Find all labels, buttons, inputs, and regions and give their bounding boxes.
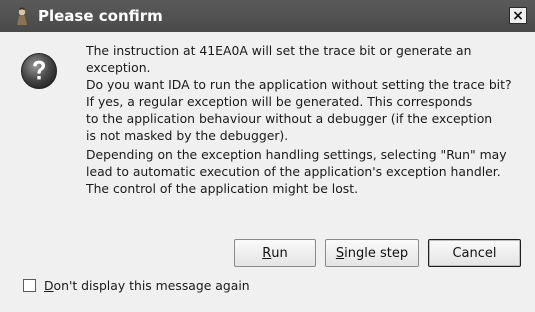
message-line: is not masked by the debugger). xyxy=(86,128,289,143)
dont-display-again-checkbox[interactable] xyxy=(23,279,36,292)
checkbox-label-rest: on't display this message again xyxy=(53,278,250,293)
ida-app-icon xyxy=(17,7,27,25)
run-label-rest: un xyxy=(271,245,288,261)
message-line: to the application behaviour without a d… xyxy=(86,111,493,126)
close-icon: × xyxy=(512,7,524,24)
question-icon xyxy=(21,53,57,89)
confirm-dialog: Please confirm × The instruction at 41EA… xyxy=(0,0,535,312)
single-step-label-rest: ingle step xyxy=(344,245,409,261)
cancel-label: Cancel xyxy=(452,245,497,261)
message-line: If yes, a regular exception will be gene… xyxy=(86,94,473,109)
message-paragraph-1: The instruction at 41EA0A will set the t… xyxy=(86,42,526,144)
title-bar[interactable]: Please confirm × xyxy=(0,0,535,32)
message-line: Do you want IDA to run the application w… xyxy=(86,77,512,92)
cancel-button[interactable]: Cancel xyxy=(428,239,521,267)
run-mnemonic: R xyxy=(262,245,272,261)
run-button[interactable]: Run xyxy=(234,239,316,267)
message-line: The instruction at 41EA0A will set the t… xyxy=(86,43,472,75)
message-line: Depending on the exception handling sett… xyxy=(86,147,507,162)
dialog-title: Please confirm xyxy=(38,7,163,25)
dont-display-again-row[interactable]: Don't display this message again xyxy=(23,278,250,293)
single-step-button[interactable]: Single step xyxy=(325,239,419,267)
message-line: lead to automatic execution of the appli… xyxy=(86,164,501,179)
close-button[interactable]: × xyxy=(509,7,527,24)
message-paragraph-2: Depending on the exception handling sett… xyxy=(86,146,526,197)
message-line: The control of the application might be … xyxy=(86,181,359,196)
single-step-mnemonic: S xyxy=(335,245,345,261)
checkbox-mnemonic: D xyxy=(44,278,54,293)
